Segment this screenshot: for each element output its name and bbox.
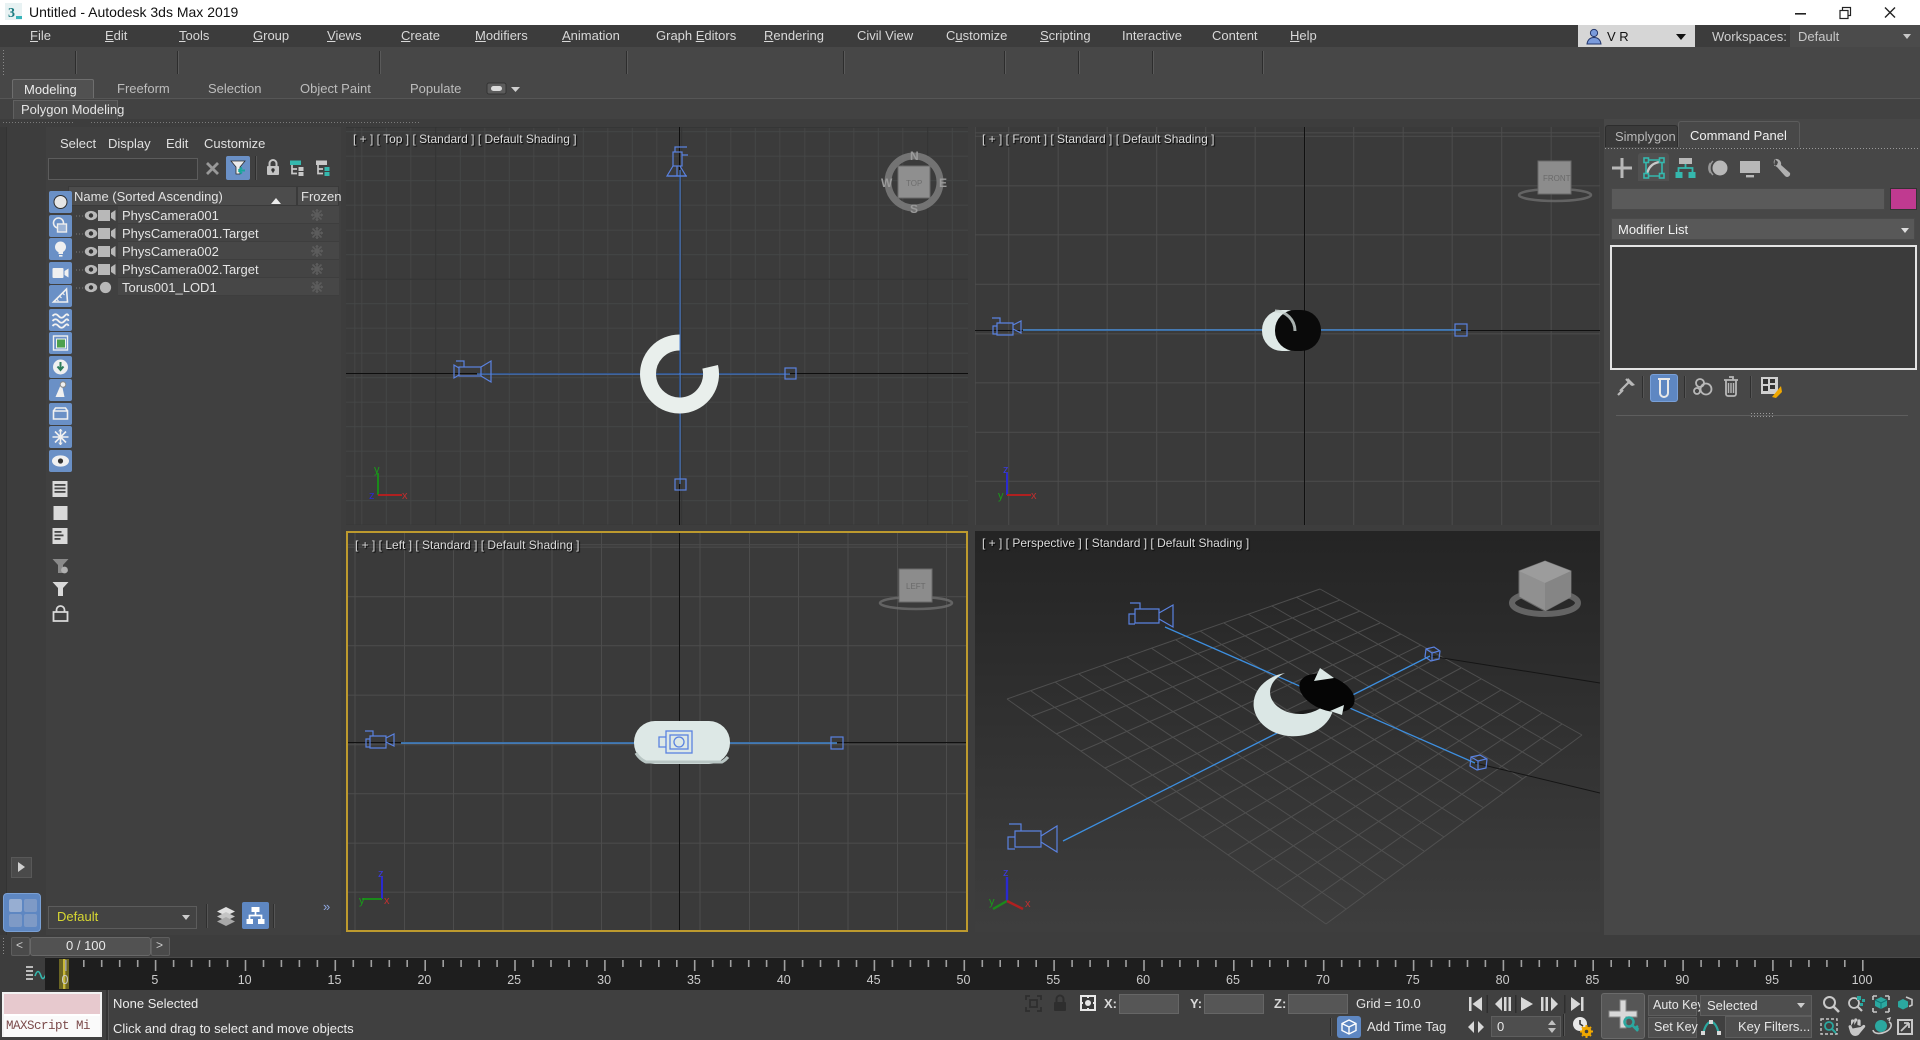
svg-text:LEFT: LEFT <box>906 582 926 591</box>
svg-text:TOP: TOP <box>906 179 922 188</box>
svg-text:FRONT: FRONT <box>1543 174 1571 183</box>
svg-text:y: y <box>374 464 380 476</box>
svg-text:x: x <box>384 895 390 907</box>
svg-text:60: 60 <box>1136 973 1150 987</box>
svg-text:90: 90 <box>1675 973 1689 987</box>
svg-text:95: 95 <box>1765 973 1779 987</box>
svg-text:55: 55 <box>1046 973 1060 987</box>
svg-text:25: 25 <box>507 973 521 987</box>
svg-text:y: y <box>989 896 995 908</box>
svg-text:x: x <box>1025 898 1031 910</box>
svg-text:80: 80 <box>1496 973 1510 987</box>
svg-text:10: 10 <box>238 973 252 987</box>
svg-text:z: z <box>1003 464 1009 476</box>
svg-text:N: N <box>910 149 919 163</box>
svg-text:75: 75 <box>1406 973 1420 987</box>
svg-text:35: 35 <box>687 973 701 987</box>
svg-text:30: 30 <box>597 973 611 987</box>
svg-text:y: y <box>359 895 365 907</box>
svg-text:85: 85 <box>1585 973 1599 987</box>
svg-text:3: 3 <box>8 6 15 21</box>
svg-text:x: x <box>1031 490 1037 502</box>
svg-text:40: 40 <box>777 973 791 987</box>
svg-text:45: 45 <box>867 973 881 987</box>
svg-text:50: 50 <box>957 973 971 987</box>
svg-text:100: 100 <box>1852 973 1873 987</box>
svg-text:y: y <box>998 490 1004 502</box>
svg-text:0: 0 <box>62 973 69 987</box>
svg-text:65: 65 <box>1226 973 1240 987</box>
svg-text:E: E <box>939 176 947 190</box>
svg-text:S: S <box>910 202 918 216</box>
svg-text:5: 5 <box>151 973 158 987</box>
svg-text:z: z <box>1003 867 1009 879</box>
svg-text:z: z <box>369 490 375 502</box>
svg-text:15: 15 <box>328 973 342 987</box>
svg-text:70: 70 <box>1316 973 1330 987</box>
svg-text:x: x <box>402 490 408 502</box>
svg-text:z: z <box>378 868 384 880</box>
svg-text:W: W <box>881 176 893 190</box>
svg-text:20: 20 <box>417 973 431 987</box>
